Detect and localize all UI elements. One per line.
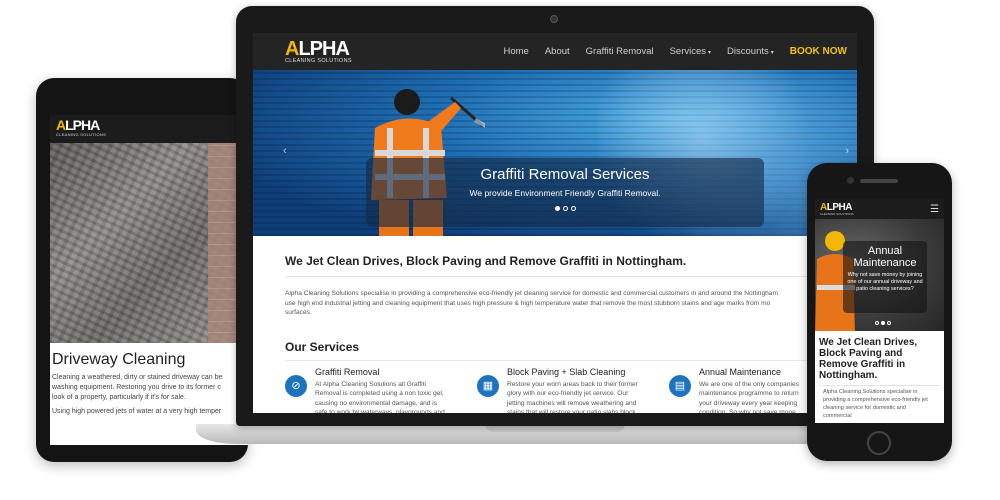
service-item[interactable]: ⊘ Graffiti Removal At Alpha Cleaning Sol… xyxy=(285,366,455,414)
carousel-indicators xyxy=(366,206,764,211)
laptop-screen: ALPHA CLEANING SOLUTIONS Home About Graf… xyxy=(253,33,857,413)
camera-icon xyxy=(847,177,854,184)
phone-hero-text: Why not save money by joining one of our… xyxy=(847,272,923,292)
hamburger-menu-icon[interactable]: ☰ xyxy=(930,204,939,215)
services-heading: Our Services xyxy=(285,340,825,361)
nav-discounts[interactable]: Discounts ▾ xyxy=(727,46,774,57)
hero-title: Graffiti Removal Services xyxy=(480,166,650,183)
page-heading: We Jet Clean Drives, Block Paving and Re… xyxy=(285,254,825,277)
navbar: ALPHA CLEANING SOLUTIONS Home About Graf… xyxy=(253,33,857,70)
service-title: Annual Maintenance xyxy=(699,366,782,377)
tablet-text-2: Using high powered jets of water at a ve… xyxy=(52,408,222,415)
home-button[interactable] xyxy=(867,431,891,455)
carousel-dot[interactable] xyxy=(554,206,560,211)
site-logo[interactable]: ALPHA CLEANING SOLUTIONS xyxy=(285,37,352,64)
carousel-indicators xyxy=(875,321,891,325)
service-title: Graffiti Removal xyxy=(315,366,380,377)
phone-hero-title: Annual Maintenance xyxy=(853,245,917,269)
tablet-text: Cleaning a weathered, dirty or stained d… xyxy=(52,374,223,401)
book-now-button[interactable]: BOOK NOW xyxy=(790,46,847,57)
nav-home[interactable]: Home xyxy=(503,46,528,57)
logo-subtitle: CLEANING SOLUTIONS xyxy=(56,132,107,137)
carousel-dot[interactable] xyxy=(881,321,885,325)
main-content: We Jet Clean Drives, Block Paving and Re… xyxy=(253,236,857,413)
phone-hero: Annual Maintenance Why not save money by… xyxy=(815,219,944,331)
phone-device: ALPHA CLEANING SOLUTIONS ☰ Annual Mainte… xyxy=(807,163,952,461)
hero-caption: Graffiti Removal Services We provide Env… xyxy=(366,158,764,227)
calendar-icon: ▤ xyxy=(669,374,691,397)
tablet-screen: ALPHA CLEANING SOLUTIONS Driveway Cleani… xyxy=(50,115,248,445)
grid-icon: ▦ xyxy=(477,374,499,397)
tablet-logo[interactable]: ALPHA CLEANING SOLUTIONS xyxy=(56,117,242,137)
laptop-device: ALPHA CLEANING SOLUTIONS Home About Graf… xyxy=(236,6,874,426)
chevron-down-icon: ▾ xyxy=(708,50,712,56)
phone-intro-text: Alpha Cleaning Solutions specialise in p… xyxy=(819,385,940,422)
nav-links: Home About Graffiti Removal Services ▾ Di… xyxy=(503,46,847,57)
camera-icon xyxy=(550,15,558,23)
tablet-device: ALPHA CLEANING SOLUTIONS Driveway Cleani… xyxy=(36,78,248,462)
hero-carousel: ‹ › Graffiti Removal Services We provide… xyxy=(253,70,857,236)
phone-page-heading: We Jet Clean Drives, Block Paving and Re… xyxy=(819,337,918,381)
nav-services-label: Services xyxy=(669,46,707,57)
services-list: ⊘ Graffiti Removal At Alpha Cleaning Sol… xyxy=(285,366,857,414)
carousel-dot[interactable] xyxy=(887,321,891,325)
nav-graffiti-removal[interactable]: Graffiti Removal xyxy=(586,46,654,57)
service-item[interactable]: ▦ Block Paving + Slab Cleaning Restore y… xyxy=(477,366,647,414)
driveway-photo xyxy=(50,143,248,343)
tablet-header: ALPHA CLEANING SOLUTIONS xyxy=(50,115,248,143)
carousel-dot[interactable] xyxy=(875,321,879,325)
phone-screen: ALPHA CLEANING SOLUTIONS ☰ Annual Mainte… xyxy=(815,199,944,423)
speaker-icon xyxy=(860,179,898,183)
ban-icon: ⊘ xyxy=(285,374,307,397)
carousel-dot[interactable] xyxy=(570,206,576,211)
nav-about[interactable]: About xyxy=(545,46,570,57)
phone-header: ALPHA CLEANING SOLUTIONS ☰ xyxy=(815,199,944,219)
logo-letter: A xyxy=(285,37,299,60)
nav-services[interactable]: Services ▾ xyxy=(670,46,711,57)
logo-word: LPHA xyxy=(65,117,100,133)
phone-logo[interactable]: ALPHA CLEANING SOLUTIONS xyxy=(820,201,854,216)
phone-hero-caption: Annual Maintenance Why not save money by… xyxy=(843,241,927,313)
service-title: Block Paving + Slab Cleaning xyxy=(507,366,626,377)
logo-letter: A xyxy=(820,201,827,213)
tablet-page-title: Driveway Cleaning xyxy=(52,351,186,368)
logo-word: LPHA xyxy=(826,201,853,213)
chevron-down-icon: ▾ xyxy=(770,50,774,56)
service-text: Restore your worn areas back to their fo… xyxy=(507,380,638,414)
service-text: At Alpha Cleaning Solutions all Graffiti… xyxy=(315,380,445,414)
carousel-dot[interactable] xyxy=(562,206,568,211)
chevron-left-icon[interactable]: ‹ xyxy=(283,145,287,157)
logo-subtitle: CLEANING SOLUTIONS xyxy=(820,211,854,216)
hero-subtitle: We provide Environment Friendly Graffiti… xyxy=(469,188,661,198)
nav-discounts-label: Discounts xyxy=(727,46,769,57)
chevron-right-icon[interactable]: › xyxy=(845,145,849,157)
logo-word: LPHA xyxy=(298,37,349,60)
intro-text: Alpha Cleaning Solutions specialise in p… xyxy=(285,290,778,316)
logo-subtitle: CLEANING SOLUTIONS xyxy=(285,57,352,64)
service-text: We are one of the only companies mainten… xyxy=(699,380,799,414)
logo-letter: A xyxy=(56,117,66,133)
